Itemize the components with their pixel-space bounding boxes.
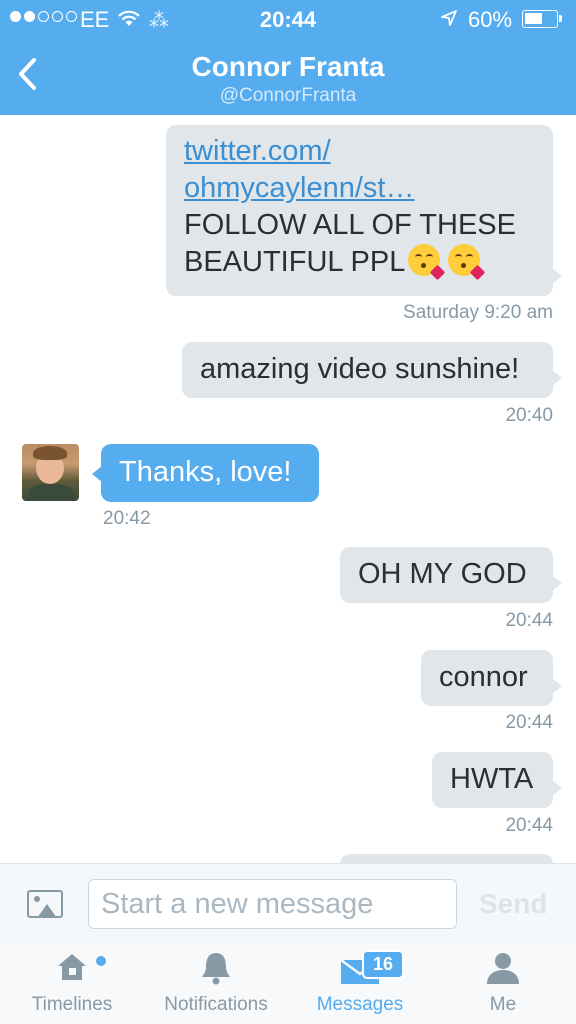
- tab-me[interactable]: Me: [470, 944, 536, 1024]
- tab-label: Messages: [316, 994, 404, 1015]
- message-bubble[interactable]: OH MY GOD: [340, 547, 562, 603]
- tab-label: Notifications: [164, 994, 268, 1015]
- message-link-line1[interactable]: twitter.com/: [184, 133, 535, 170]
- message-text-line2-text: BEAUTIFUL PPL: [184, 246, 406, 278]
- message-text-line1: FOLLOW ALL OF THESE: [184, 209, 516, 241]
- home-icon: [58, 954, 86, 980]
- message-thread[interactable]: twitter.com/ ohmycaylenn/st… FOLLOW ALL …: [0, 115, 576, 863]
- message-timestamp: 20:44: [505, 815, 553, 836]
- message-bubble-partial[interactable]: [340, 854, 553, 863]
- person-icon: [487, 953, 519, 984]
- conversation-title: Connor Franta: [191, 51, 385, 82]
- tab-label: Me: [489, 994, 517, 1015]
- tab-bar: Timelines Notifications Messages Me: [0, 944, 576, 1024]
- tab-timelines[interactable]: Timelines: [18, 944, 126, 1024]
- message-bubble[interactable]: connor: [421, 650, 562, 706]
- message-timestamp: 20:44: [505, 712, 553, 733]
- message-bubble[interactable]: HWTA: [432, 752, 562, 808]
- tab-notifications[interactable]: Notifications: [150, 944, 282, 1024]
- avatar[interactable]: [22, 444, 79, 501]
- tab-label: Timelines: [31, 994, 113, 1015]
- message-bubble[interactable]: amazing video sunshine!: [182, 342, 562, 398]
- message-bubble-link[interactable]: twitter.com/ ohmycaylenn/st… FOLLOW ALL …: [166, 125, 562, 296]
- message-text-line2: BEAUTIFUL PPL: [184, 244, 535, 281]
- message-link-line2[interactable]: ohmycaylenn/st…: [184, 170, 535, 207]
- message-timestamp: 20:44: [505, 610, 553, 631]
- new-activity-dot: [96, 956, 106, 966]
- message-timestamp: Saturday 9:20 am: [403, 302, 553, 323]
- kissing-face-emoji-icon: [448, 244, 486, 281]
- message-timestamp: 20:42: [103, 508, 151, 529]
- battery-icon: [522, 10, 562, 28]
- message-composer: Send: [0, 863, 576, 945]
- bell-icon: [202, 953, 230, 985]
- location-arrow-icon: [441, 10, 457, 26]
- conversation-handle: @ConnorFranta: [219, 85, 357, 106]
- kissing-face-emoji-icon: [408, 244, 446, 281]
- status-bar: EE ⁂ 20:44 60%: [0, 0, 576, 38]
- photo-icon[interactable]: [27, 890, 63, 918]
- navigation-bar: EE ⁂ 20:44 60% Connor Franta @ConnorFran…: [0, 0, 576, 115]
- message-timestamp: 20:40: [505, 405, 553, 426]
- send-button[interactable]: Send: [479, 888, 547, 920]
- message-bubble-incoming[interactable]: Thanks, love!: [92, 444, 319, 502]
- messages-badge: 16: [362, 950, 404, 979]
- message-input[interactable]: [88, 879, 457, 929]
- battery-percentage: 60%: [468, 7, 513, 32]
